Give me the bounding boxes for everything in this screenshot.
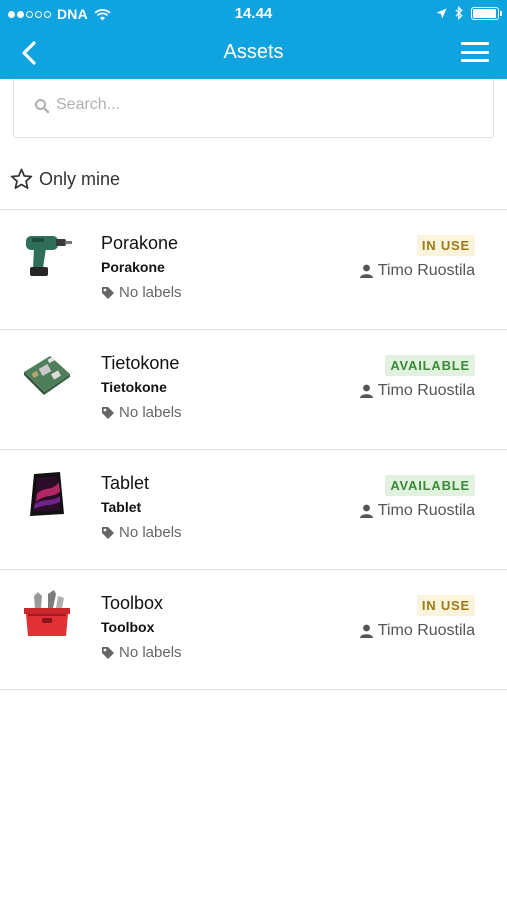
status-time: 14.44 [234,5,273,22]
search-icon [35,99,50,114]
search-input[interactable] [56,93,476,117]
asset-owner: Timo Ruostila [359,382,475,400]
location-arrow-icon [436,8,447,18]
asset-labels: No labels [101,644,182,661]
asset-labels: No labels [101,404,182,421]
star-outline-icon [10,168,33,189]
owner-name: Timo Ruostila [377,502,475,519]
asset-type: Tablet [101,499,142,515]
page-title: Assets [223,41,284,63]
only-mine-toggle[interactable]: Only mine [10,168,120,190]
drill-image [26,236,72,276]
tablet-image [30,472,64,516]
asset-owner: Timo Ruostila [359,502,475,520]
top-bar: DNA 14.44 Assets [0,0,507,79]
status-badge: AVAILABLE [385,475,475,496]
asset-owner: Timo Ruostila [359,262,475,280]
list-item[interactable]: Tablet Tablet No labels AVAILABLE Timo R… [0,450,507,570]
asset-name: Tietokone [101,353,180,373]
asset-type: Tietokone [101,379,167,395]
user-icon [359,624,373,638]
asset-type: Porakone [101,259,165,275]
asset-labels: No labels [101,284,182,301]
labels-text: No labels [119,524,182,541]
hamburger-menu-button[interactable] [461,40,489,64]
labels-text: No labels [119,284,182,301]
asset-list: Porakone Porakone No labels IN USE Timo … [0,209,507,690]
tag-icon [102,406,114,419]
status-badge: AVAILABLE [385,355,475,376]
asset-labels: No labels [101,524,182,541]
list-item[interactable]: Tietokone Tietokone No labels AVAILABLE … [0,330,507,450]
labels-text: No labels [119,644,182,661]
bluetooth-icon [455,6,463,20]
user-icon [359,264,373,278]
status-badge: IN USE [416,595,475,616]
user-icon [359,384,373,398]
owner-name: Timo Ruostila [377,622,475,639]
tag-icon [102,286,114,299]
battery-icon [471,6,502,20]
chevron-left-icon [22,41,36,65]
asset-name: Porakone [101,233,179,253]
asset-owner: Timo Ruostila [359,622,475,640]
nav-bar: Assets [0,28,507,79]
tag-icon [102,526,114,539]
hamburger-line [461,59,489,62]
search-box[interactable] [13,79,494,138]
asset-name: Tablet [101,473,150,493]
user-icon [359,504,373,518]
tag-icon [102,646,114,659]
owner-name: Timo Ruostila [377,262,475,279]
circuit-board-image [24,356,70,395]
asset-type: Toolbox [101,619,155,635]
status-right [436,6,502,20]
back-button[interactable] [14,38,44,68]
toolbox-image [24,590,70,636]
list-item[interactable]: Toolbox Toolbox No labels IN USE Timo Ru… [0,570,507,690]
labels-text: No labels [119,404,182,421]
list-item[interactable]: Porakone Porakone No labels IN USE Timo … [0,210,507,330]
hamburger-line [461,50,489,54]
asset-name: Toolbox [101,593,164,613]
only-mine-label: Only mine [39,168,121,189]
status-bar: DNA 14.44 [0,0,507,28]
hamburger-menu-icon [461,42,489,45]
owner-name: Timo Ruostila [377,382,475,399]
status-badge: IN USE [416,235,475,256]
